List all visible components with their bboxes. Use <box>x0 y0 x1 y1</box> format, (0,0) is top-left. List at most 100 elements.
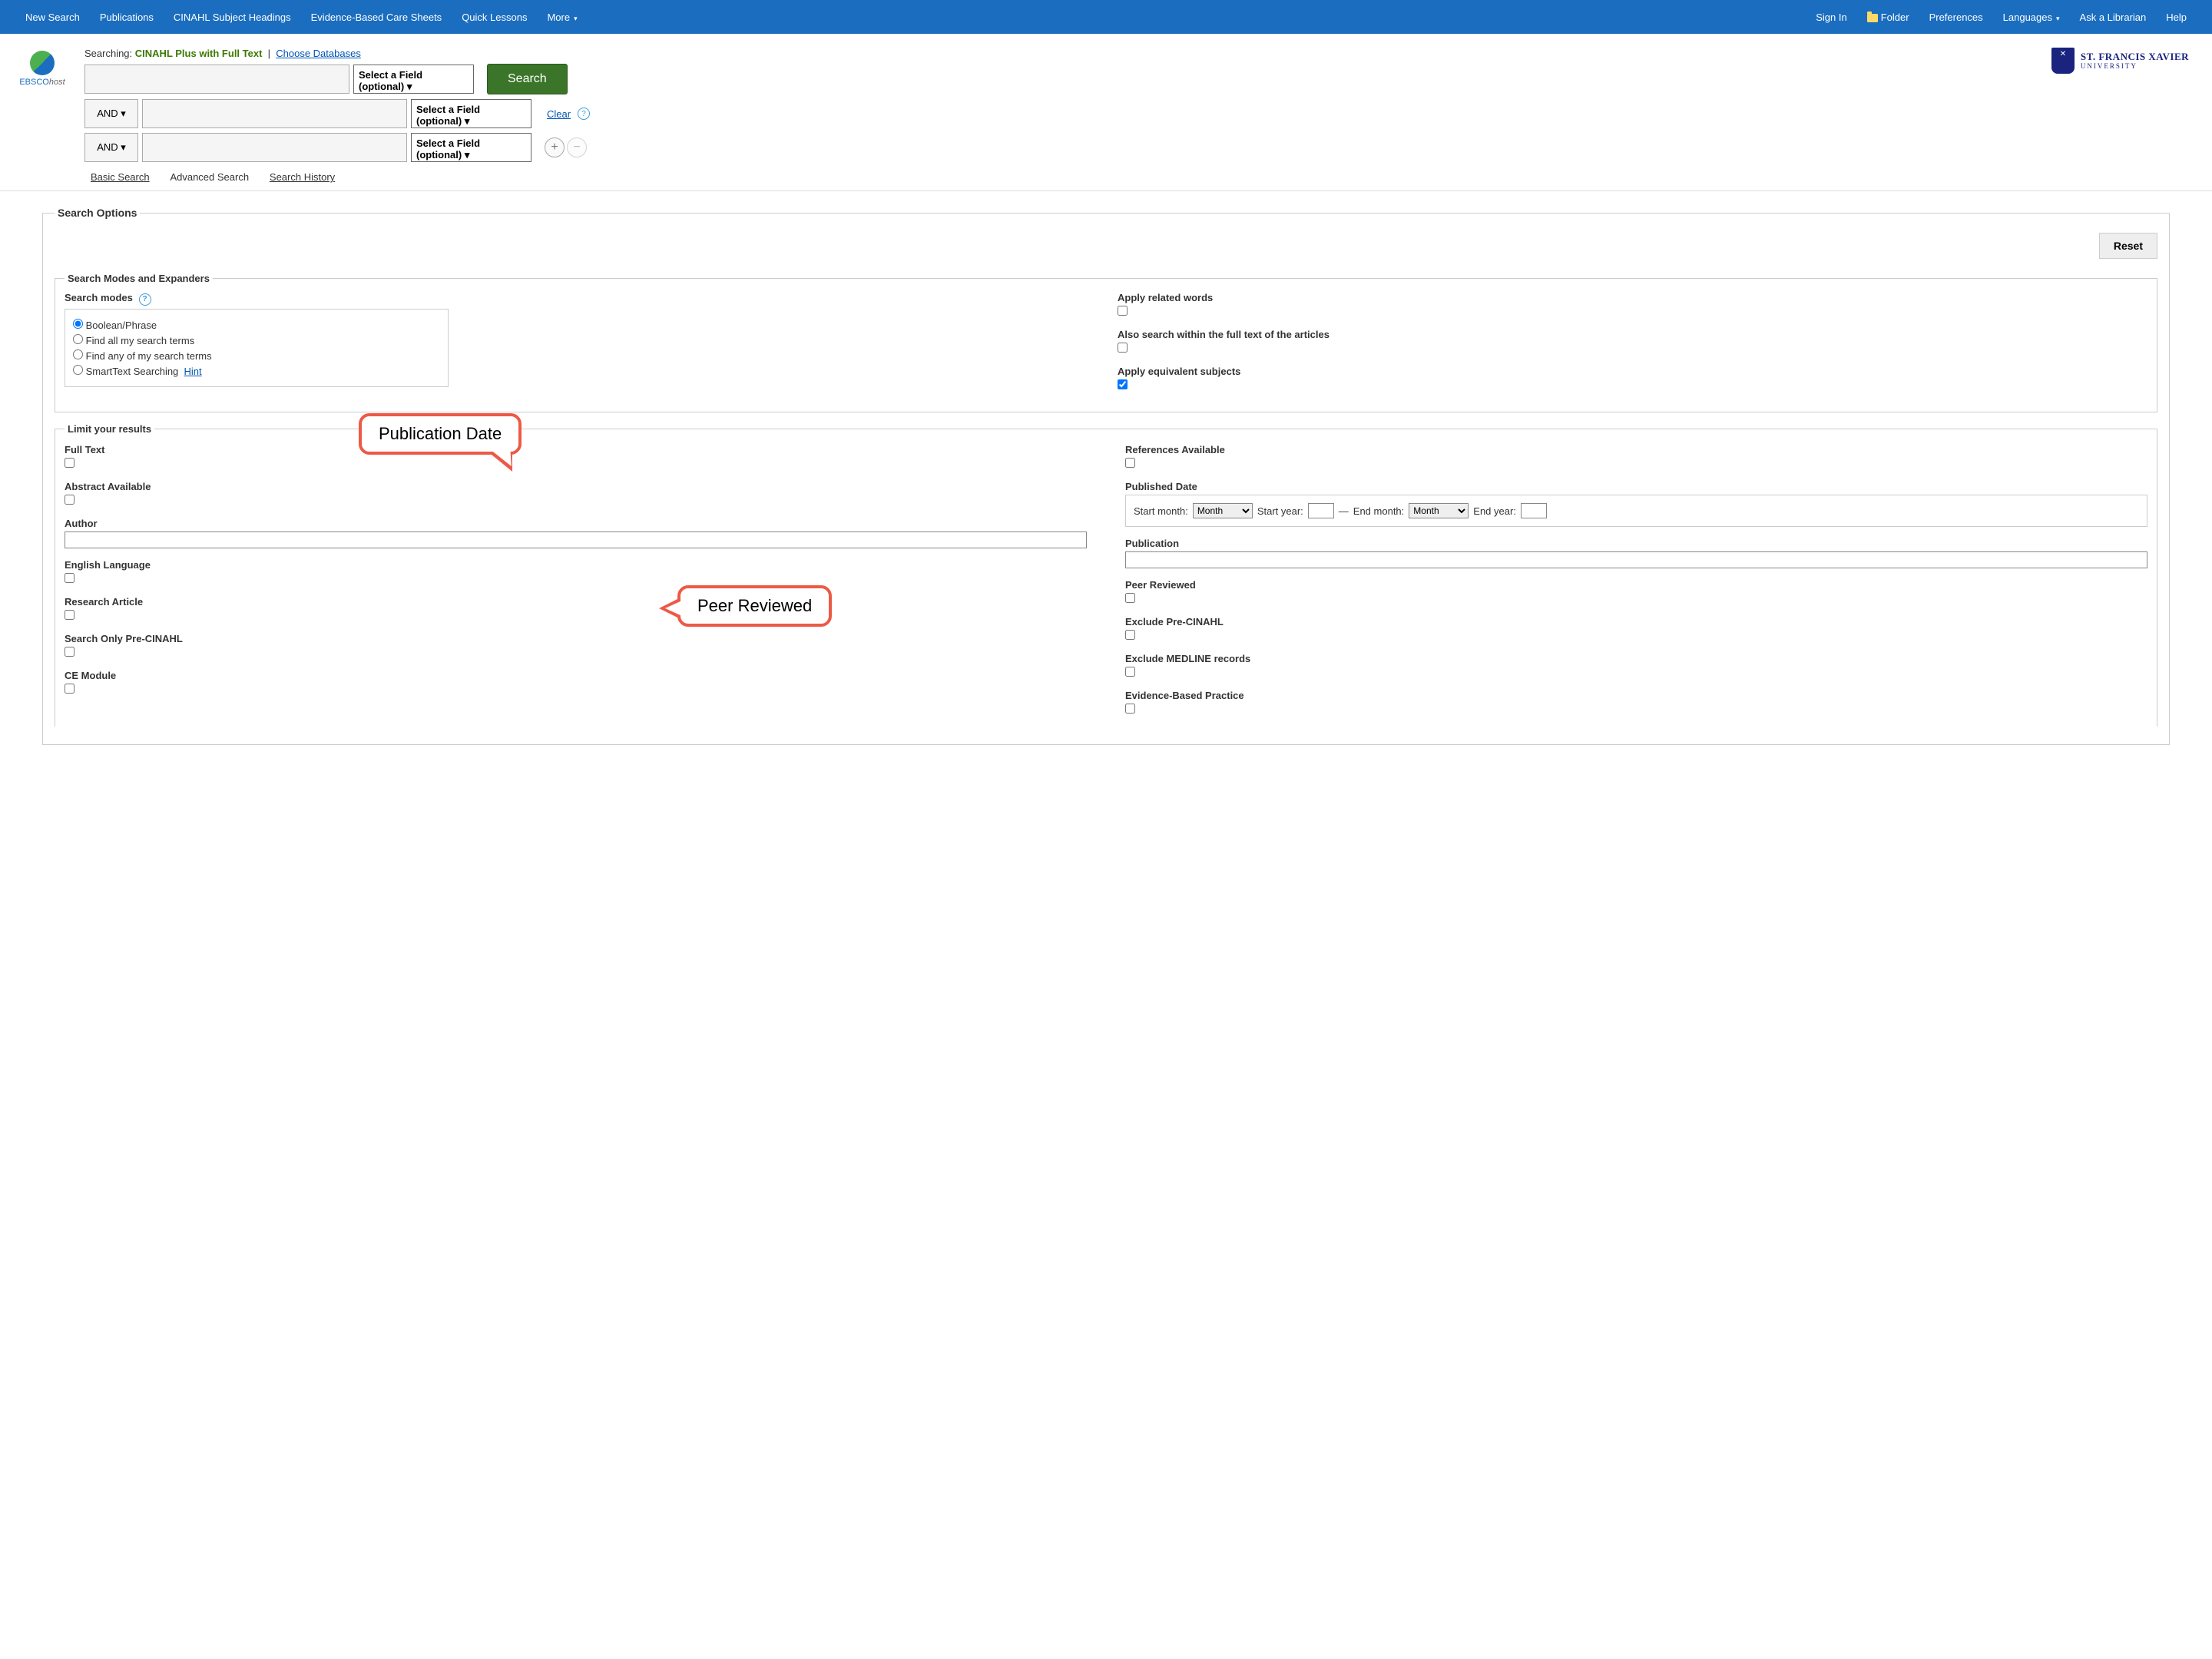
searching-line: Searching: CINAHL Plus with Full Text | … <box>84 48 2036 59</box>
add-row-button[interactable]: + <box>545 137 565 157</box>
help-icon[interactable]: ? <box>139 293 151 306</box>
start-month-label: Start month: <box>1134 505 1188 517</box>
search-input-2[interactable] <box>142 99 407 128</box>
nav-more[interactable]: More <box>537 2 587 33</box>
bool-select-2[interactable]: AND ▾ <box>84 99 138 128</box>
references-label: References Available <box>1125 444 2147 455</box>
full-text-checkbox[interactable] <box>65 458 75 468</box>
nav-ebc-sheets[interactable]: Evidence-Based Care Sheets <box>301 2 452 33</box>
logo-text: EBSCOhost <box>15 78 69 87</box>
exclude-medline-label: Exclude MEDLINE records <box>1125 653 2147 664</box>
nav-publications[interactable]: Publications <box>90 2 164 33</box>
limits-right-col: References Available Published Date Star… <box>1125 444 2147 727</box>
equiv-subjects-checkbox[interactable] <box>1118 379 1128 389</box>
search-area: Searching: CINAHL Plus with Full Text | … <box>84 48 2036 183</box>
search-modes-radio-box: Boolean/Phrase Find all my search terms … <box>65 309 449 387</box>
author-label: Author <box>65 518 1087 529</box>
top-nav-bar: New Search Publications CINAHL Subject H… <box>0 0 2212 34</box>
topbar-left: New Search Publications CINAHL Subject H… <box>15 2 588 33</box>
publication-label: Publication <box>1125 538 2147 549</box>
reset-row: Reset <box>55 219 2157 262</box>
peer-reviewed-label: Peer Reviewed <box>1125 579 2147 591</box>
related-words-checkbox[interactable] <box>1118 306 1128 316</box>
nav-preferences[interactable]: Preferences <box>1919 2 1993 33</box>
end-month-label: End month: <box>1353 505 1405 517</box>
nav-help[interactable]: Help <box>2156 2 2197 33</box>
search-button[interactable]: Search <box>487 64 568 94</box>
nav-languages[interactable]: Languages <box>1993 2 2070 33</box>
english-checkbox[interactable] <box>65 573 75 583</box>
pre-cinahl-only-checkbox[interactable] <box>65 647 75 657</box>
university-logo: ST. FRANCIS XAVIER UNIVERSITY <box>2051 48 2197 74</box>
clear-link[interactable]: Clear <box>547 108 571 120</box>
nav-sign-in[interactable]: Sign In <box>1806 2 1856 33</box>
topbar-right: Sign In Folder Preferences Languages Ask… <box>1806 2 2197 33</box>
exclude-medline-checkbox[interactable] <box>1125 667 1135 677</box>
search-row-1: Select a Field (optional) ▾ Search <box>84 64 2036 94</box>
ebsco-logo[interactable]: EBSCOhost <box>15 48 69 87</box>
nav-quick-lessons[interactable]: Quick Lessons <box>452 2 537 33</box>
search-modes-label: Search modes ? <box>65 292 1094 306</box>
modes-legend: Search Modes and Expanders <box>65 273 213 284</box>
hint-link[interactable]: Hint <box>184 366 202 377</box>
callout-peer-reviewed: Peer Reviewed <box>677 585 832 627</box>
radio-any-terms[interactable]: Find any of my search terms <box>73 348 440 363</box>
bool-select-3[interactable]: AND ▾ <box>84 133 138 162</box>
references-checkbox[interactable] <box>1125 458 1135 468</box>
author-input[interactable] <box>65 531 1087 548</box>
search-fulltext: Also search within the full text of the … <box>1118 329 2147 355</box>
field-select-3[interactable]: Select a Field (optional) ▾ <box>411 133 531 162</box>
ce-module-checkbox[interactable] <box>65 684 75 694</box>
publication-input[interactable] <box>1125 551 2147 568</box>
radio-boolean[interactable]: Boolean/Phrase <box>73 317 440 333</box>
search-header: EBSCOhost Searching: CINAHL Plus with Fu… <box>0 34 2212 190</box>
radio-all-terms[interactable]: Find all my search terms <box>73 333 440 348</box>
search-mode-links: Basic Search Advanced Search Search Hist… <box>84 171 2036 183</box>
folder-icon <box>1867 14 1878 22</box>
published-date-box: Start month: Month Start year: — End mon… <box>1125 495 2147 527</box>
start-month-select[interactable]: Month <box>1193 503 1253 518</box>
options-wrap: Search Options Reset Search Modes and Ex… <box>0 191 2212 777</box>
university-text: ST. FRANCIS XAVIER UNIVERSITY <box>2081 51 2189 71</box>
english-label: English Language <box>65 559 1087 571</box>
research-article-checkbox[interactable] <box>65 610 75 620</box>
choose-databases-link[interactable]: Choose Databases <box>276 48 361 59</box>
expanders-col: Apply related words Also search within t… <box>1118 292 2147 402</box>
help-icon[interactable]: ? <box>578 108 590 120</box>
end-year-label: End year: <box>1473 505 1516 517</box>
searching-label: Searching: <box>84 48 132 59</box>
abstract-label: Abstract Available <box>65 481 1087 492</box>
search-input-3[interactable] <box>142 133 407 162</box>
start-year-input[interactable] <box>1308 503 1334 518</box>
search-input-1[interactable] <box>84 65 349 94</box>
pre-cinahl-only-label: Search Only Pre-CINAHL <box>65 633 1087 644</box>
abstract-checkbox[interactable] <box>65 495 75 505</box>
full-text-label: Full Text <box>65 444 1087 455</box>
radio-smarttext[interactable]: SmartText Searching Hint <box>73 363 440 379</box>
exclude-pre-cinahl-checkbox[interactable] <box>1125 630 1135 640</box>
nav-new-search[interactable]: New Search <box>15 2 90 33</box>
modes-expanders-group: Search Modes and Expanders Search modes … <box>55 273 2157 412</box>
reset-button[interactable]: Reset <box>2099 233 2157 259</box>
nav-folder[interactable]: Folder <box>1857 2 1919 33</box>
fulltext-checkbox[interactable] <box>1118 343 1128 353</box>
basic-search-link[interactable]: Basic Search <box>91 171 150 183</box>
field-select-1[interactable]: Select a Field (optional) ▾ <box>353 65 474 94</box>
remove-row-button[interactable]: − <box>567 137 587 157</box>
search-modes-col: Search modes ? Boolean/Phrase Find all m… <box>65 292 1094 402</box>
exclude-pre-cinahl-label: Exclude Pre-CINAHL <box>1125 616 2147 628</box>
end-month-select[interactable]: Month <box>1409 503 1469 518</box>
equivalent-subjects: Apply equivalent subjects <box>1118 366 2147 392</box>
nav-subject-headings[interactable]: CINAHL Subject Headings <box>164 2 301 33</box>
peer-reviewed-checkbox[interactable] <box>1125 593 1135 603</box>
search-history-link[interactable]: Search History <box>270 171 335 183</box>
search-row-2: AND ▾ Select a Field (optional) ▾ Clear … <box>84 99 2036 128</box>
start-year-label: Start year: <box>1257 505 1303 517</box>
apply-related-words: Apply related words <box>1118 292 2147 318</box>
end-year-input[interactable] <box>1521 503 1547 518</box>
advanced-search-label: Advanced Search <box>170 171 249 183</box>
nav-ask-librarian[interactable]: Ask a Librarian <box>2070 2 2157 33</box>
ebp-checkbox[interactable] <box>1125 704 1135 714</box>
field-select-2[interactable]: Select a Field (optional) ▾ <box>411 99 531 128</box>
limit-legend: Limit your results <box>65 423 154 435</box>
